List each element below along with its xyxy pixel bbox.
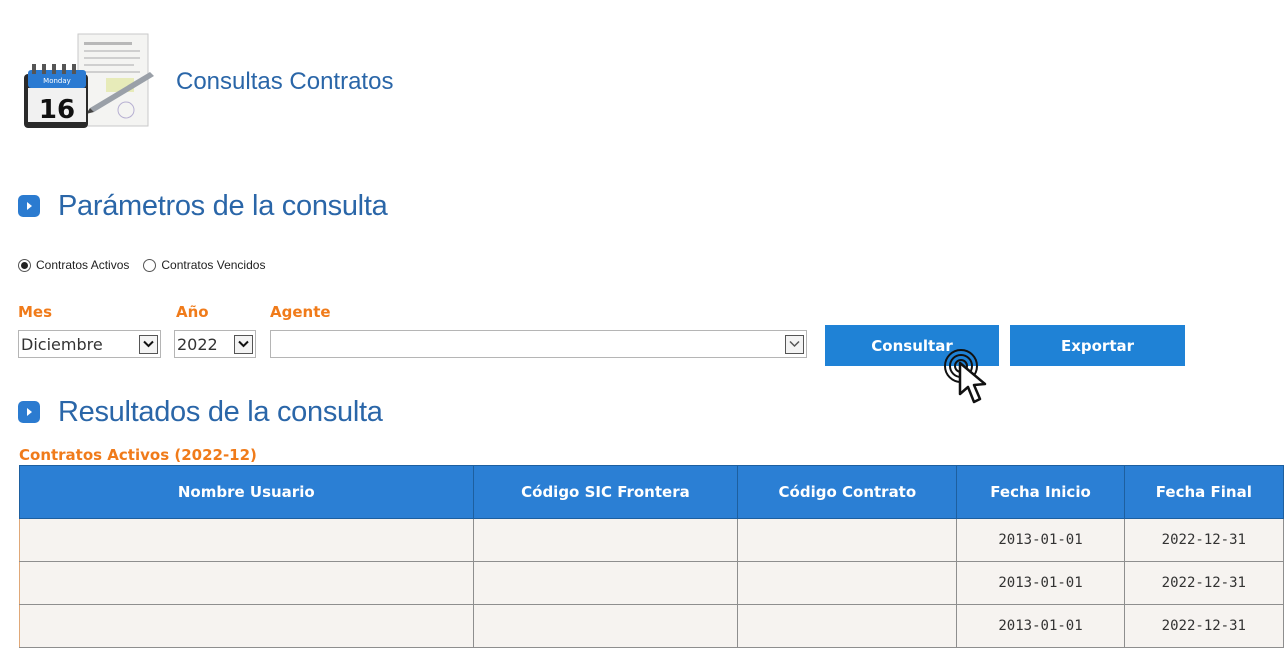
radio-unselected-icon[interactable] — [143, 258, 157, 272]
page-title: Consultas Contratos — [176, 68, 394, 95]
column-header[interactable]: Código Contrato — [737, 465, 958, 519]
table-row[interactable]: 2013-01-01 2022-12-31 — [19, 518, 1285, 562]
chevron-down-icon[interactable] — [785, 334, 804, 354]
cell-fecha-final: 2022-12-31 — [1123, 604, 1285, 648]
chevron-down-icon[interactable] — [234, 334, 253, 354]
cell-codigo-contrato — [737, 518, 958, 562]
cell-nombre-usuario — [19, 561, 474, 605]
cell-fecha-final: 2022-12-31 — [1123, 561, 1285, 605]
chevron-down-icon[interactable] — [139, 334, 158, 354]
radio-label: Contratos Activos — [36, 258, 130, 272]
column-header[interactable]: Código SIC Frontera — [472, 465, 739, 519]
results-caption: Contratos Activos (2022-12) — [19, 446, 257, 464]
table-row[interactable]: 2013-01-01 2022-12-31 — [19, 604, 1285, 648]
cell-nombre-usuario — [19, 518, 474, 562]
cell-fecha-inicio: 2013-01-01 — [956, 518, 1125, 562]
cell-fecha-final: 2022-12-31 — [1123, 518, 1285, 562]
column-header[interactable]: Fecha Inicio — [956, 465, 1125, 519]
cell-fecha-inicio: 2013-01-01 — [956, 561, 1125, 605]
section-bullet-icon — [18, 401, 40, 423]
cell-nombre-usuario — [19, 604, 474, 648]
radio-selected-icon[interactable] — [18, 258, 31, 272]
calendar-day-label: Monday — [43, 77, 71, 85]
exportar-button[interactable]: Exportar — [1010, 325, 1185, 366]
results-table: Nombre Usuario Código SIC Frontera Códig… — [19, 465, 1285, 648]
column-header[interactable]: Fecha Final — [1123, 465, 1285, 519]
params-section-header: Parámetros de la consulta — [18, 186, 388, 226]
radio-label: Contratos Vencidos — [161, 258, 266, 272]
anio-select[interactable]: 2022 — [174, 330, 256, 358]
section-bullet-icon — [18, 195, 40, 217]
column-header[interactable]: Nombre Usuario — [19, 465, 474, 519]
mes-label: Mes — [18, 303, 53, 321]
calendar-contract-icon: Monday 16 — [18, 30, 160, 138]
calendar-day-number: 16 — [39, 95, 75, 125]
cell-codigo-sic — [472, 561, 739, 605]
mes-select-value: Diciembre — [21, 334, 103, 354]
table-header-row: Nombre Usuario Código SIC Frontera Códig… — [19, 465, 1285, 519]
params-section-title: Parámetros de la consulta — [58, 189, 388, 222]
agente-label: Agente — [270, 303, 331, 321]
cell-codigo-sic — [472, 604, 739, 648]
radio-contratos-vencidos[interactable]: Contratos Vencidos — [143, 258, 265, 272]
table-row[interactable]: 2013-01-01 2022-12-31 — [19, 561, 1285, 605]
agente-select[interactable] — [270, 330, 807, 358]
cell-codigo-contrato — [737, 561, 958, 605]
radio-contratos-activos[interactable]: Contratos Activos — [18, 258, 129, 272]
results-section-header: Resultados de la consulta — [18, 392, 383, 432]
cell-fecha-inicio: 2013-01-01 — [956, 604, 1125, 648]
contract-status-radio-group: Contratos Activos Contratos Vencidos — [18, 258, 279, 272]
results-section-title: Resultados de la consulta — [58, 395, 383, 428]
cell-codigo-sic — [472, 518, 739, 562]
anio-label: Año — [176, 303, 209, 321]
anio-select-value: 2022 — [177, 334, 218, 354]
cell-codigo-contrato — [737, 604, 958, 648]
click-cursor-icon — [942, 346, 1004, 410]
mes-select[interactable]: Diciembre — [18, 330, 161, 358]
